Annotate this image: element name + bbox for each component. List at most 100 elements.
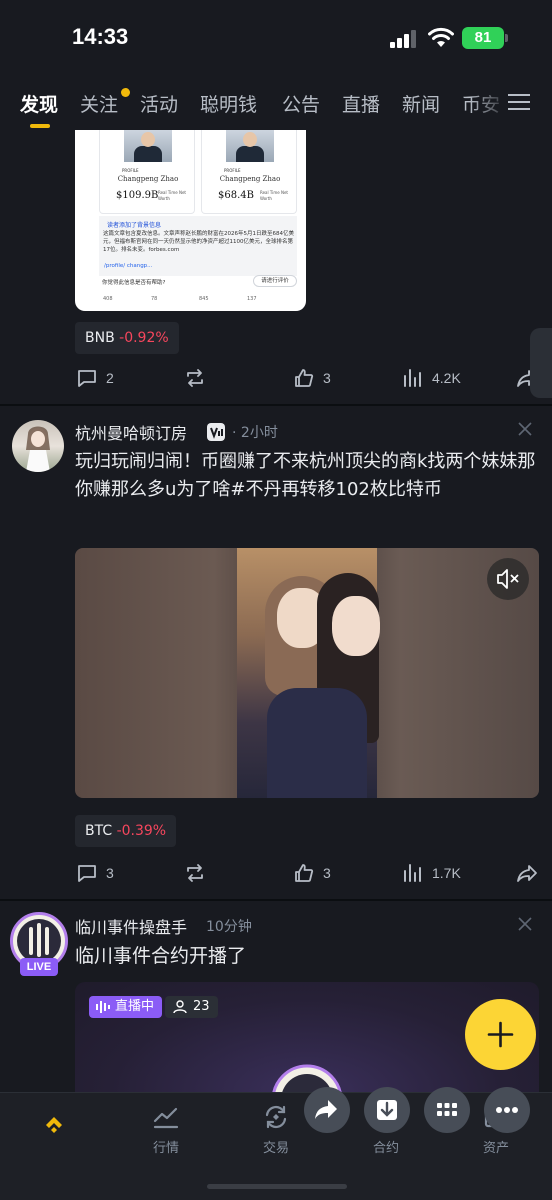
comment-count: 2 [106,370,114,386]
more-dots-icon [496,1107,518,1113]
author-name[interactable]: 杭州曼哈顿订房 [75,420,187,444]
grid-icon [437,1103,457,1116]
tab-news[interactable]: 新闻 [402,90,440,117]
quick-share-button[interactable] [304,1087,350,1133]
repost-icon [187,369,203,387]
notice-title: 读者添加了背景信息 [107,222,162,229]
share-button[interactable] [516,858,538,888]
thumbs-up-icon [295,369,314,387]
like-button[interactable]: 3 [293,858,331,888]
views: 1.7K [402,858,461,888]
post-actions: 2 3 4.2K [0,363,552,393]
card-stat: 78 [151,296,158,302]
tab-announcements[interactable]: 公告 [282,90,320,117]
profile-name: Changpeng Zhao [219,175,281,183]
quick-more-button[interactable] [484,1087,530,1133]
avatar[interactable] [12,420,64,472]
post-text: 玩归玩闹归闹！币圈赚了不来杭州顶尖的商k找两个妹妹那你赚那么多u为了啥#不丹再转… [75,451,536,500]
feed-tabs: 发现 关注 活动 聪明钱 公告 直播 新闻 币安 [0,82,552,130]
side-drawer-handle[interactable] [530,328,552,398]
notice-body: 这篇文章包含夏改信息。文章声称赵长鹏的财富在2026年5月1日跌至684亿美元，… [103,231,294,253]
comment-icon [78,370,96,387]
nav-markets[interactable]: 行情 [126,1093,206,1163]
like-count: 3 [323,370,331,386]
video-player[interactable] [75,548,539,798]
tab-smart-money[interactable]: 聪明钱 [200,90,257,117]
post-divider [0,404,552,406]
comment-button[interactable]: 3 [76,858,114,888]
profile-tag: PROFILE [224,168,241,173]
status-bar: 14:33 81 [0,0,552,74]
profile-tag: PROFILE [122,168,139,173]
tab-events[interactable]: 活动 [140,90,178,117]
post-divider [0,899,552,901]
portrait-image [124,130,172,162]
profile-name: Changpeng Zhao [117,175,179,183]
comment-count: 3 [106,865,114,881]
repost-button[interactable] [184,858,206,888]
helpful-question: 你觉得此信息是否有帮助? [102,280,166,286]
viewer-count-value: 23 [193,999,210,1014]
author-name[interactable]: 临川事件操盘手 [75,914,187,938]
live-status-tag: 直播中 [89,996,163,1018]
card-stat: 845 [199,296,209,302]
notice-link[interactable]: /profile/ changp... [104,263,152,269]
menu-icon[interactable] [508,92,530,112]
quick-grid-button[interactable] [424,1087,470,1133]
nav-home[interactable] [14,1093,94,1163]
create-post-button[interactable] [465,999,536,1070]
repost-icon [187,864,203,882]
net-worth-label: Real Time Net Worth [260,190,288,201]
post-time-value: 2小时 [240,425,278,441]
share-arrow-icon [315,1100,337,1119]
quick-download-button[interactable] [364,1087,410,1133]
download-icon [377,1100,397,1120]
close-icon[interactable] [517,916,533,932]
ticker-change: -0.39% [116,823,167,839]
view-count: 1.7K [432,865,461,881]
tab-following[interactable]: 关注 [80,90,118,117]
battery-tip [505,34,508,42]
ticker-chip[interactable]: BTC -0.39% [75,815,177,847]
portrait-image [226,130,274,162]
speaker-muted-icon [497,569,519,589]
person-icon [173,1000,187,1014]
like-count: 3 [323,865,331,881]
ticker-chip[interactable]: BNB -0.92% [75,322,179,354]
close-icon[interactable] [517,421,533,437]
repost-button[interactable] [184,363,206,393]
article-screenshot[interactable]: PROFILE Changpeng Zhao $109.9B Real Time… [75,130,306,311]
wifi-icon [428,27,454,47]
cellular-signal-icon [390,30,416,48]
net-worth-label: Real Time Net Worth [158,190,186,201]
rate-button[interactable]: 请进行评价 [253,275,297,287]
live-status-label: 直播中 [115,999,155,1014]
like-button[interactable]: 3 [293,363,331,393]
market-chart-icon [153,1107,179,1129]
card-stat: 408 [103,296,113,302]
battery-indicator: 81 [462,27,504,49]
nav-label: 行情 [152,1141,179,1156]
nav-label: 交易 [262,1141,289,1156]
tab-discover[interactable]: 发现 [20,90,58,117]
profile-card-right: PROFILE Changpeng Zhao $68.4B Real Time … [201,130,297,214]
card-stat: 137 [247,296,257,302]
notification-dot [121,88,130,97]
post-text: 临川事件合约开播了 [75,945,247,967]
mute-button[interactable] [487,558,529,600]
nav-label: 合约 [372,1141,399,1156]
profile-card-left: PROFILE Changpeng Zhao $109.9B Real Time… [99,130,195,214]
plus-icon [487,1021,514,1048]
post-time: 10分钟 [206,919,252,935]
verified-badge-icon [207,423,225,441]
comment-button[interactable]: 2 [76,363,114,393]
tabs-fade [470,82,510,130]
views-bar-icon [404,864,421,882]
live-badge: LIVE [20,958,58,976]
tab-live[interactable]: 直播 [342,90,380,117]
ticker-change: -0.92% [119,330,169,346]
ticker-symbol: BTC [85,823,113,839]
share-icon [517,865,537,882]
clock: 14:33 [72,24,129,49]
ticker-symbol: BNB [85,330,115,346]
